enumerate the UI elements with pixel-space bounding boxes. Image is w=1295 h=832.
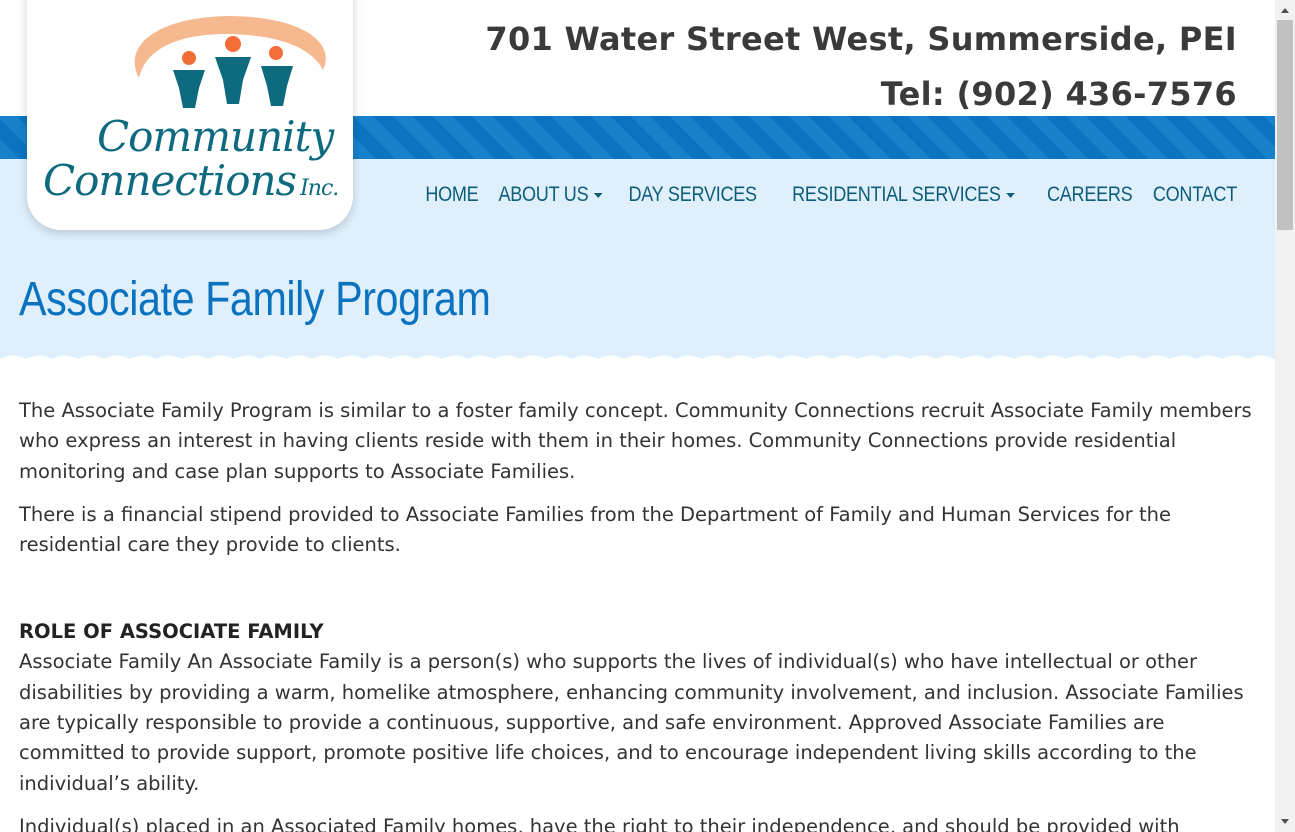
caret-down-icon [593, 192, 603, 198]
nav-item-home[interactable]: HOME [426, 183, 479, 207]
nav-item-label: CONTACT [1153, 183, 1238, 206]
page: 701 Water Street West, Summerside, PEI T… [0, 0, 1275, 832]
paragraph-role: Associate Family An Associate Family is … [19, 650, 1244, 795]
nav-item-label: ABOUT US [498, 183, 589, 206]
paragraph-stipend: There is a financial stipend provided to… [19, 502, 1172, 557]
nav-item-about-us[interactable]: ABOUT US [499, 183, 603, 207]
nav-item-label: DAY SERVICES [628, 183, 757, 206]
nav-item-label: CAREERS [1046, 183, 1133, 206]
nav-item-label: RESIDENTIAL SERVICES [792, 183, 1001, 206]
logo-text-connections-word: Connections [43, 156, 297, 205]
phone-link[interactable]: Tel: (902) 436-7576 [485, 67, 1237, 122]
main-content: The Associate Family Program is similar … [19, 396, 1259, 832]
paragraph-intro: The Associate Family Program is similar … [19, 399, 1252, 483]
logo-text-connections: Connections Inc. [43, 156, 339, 205]
nav-item-label: HOME [425, 183, 479, 206]
scroll-down-arrow-icon[interactable] [1281, 819, 1289, 824]
address-text: 701 Water Street West, Summerside, PEI [485, 20, 1237, 58]
site-logo[interactable]: Community Connections Inc. [27, 0, 353, 230]
logo-text-community: Community [97, 112, 334, 161]
scroll-up-arrow-icon[interactable] [1281, 8, 1289, 13]
page-title: Associate Family Program [19, 273, 491, 326]
vertical-scrollbar[interactable] [1275, 0, 1295, 832]
main-nav: HOME ABOUT US DAY SERVICES RESIDENTIAL S… [421, 183, 1244, 207]
paragraph-individuals: Individual(s) placed in an Associated Fa… [19, 814, 1180, 832]
nav-item-careers[interactable]: CAREERS [1047, 183, 1133, 207]
caret-down-icon [1006, 192, 1015, 198]
scrollbar-thumb[interactable] [1277, 20, 1293, 230]
hero-wave-edge [0, 355, 1275, 372]
section-heading-role: ROLE OF ASSOCIATE FAMILY [19, 620, 324, 644]
nav-item-residential-services[interactable]: RESIDENTIAL SERVICES [792, 183, 1015, 207]
nav-item-contact[interactable]: CONTACT [1153, 183, 1237, 207]
logo-text-inc: Inc. [300, 176, 339, 201]
contact-info: 701 Water Street West, Summerside, PEI T… [485, 12, 1237, 122]
nav-item-day-services[interactable]: DAY SERVICES [628, 183, 757, 207]
